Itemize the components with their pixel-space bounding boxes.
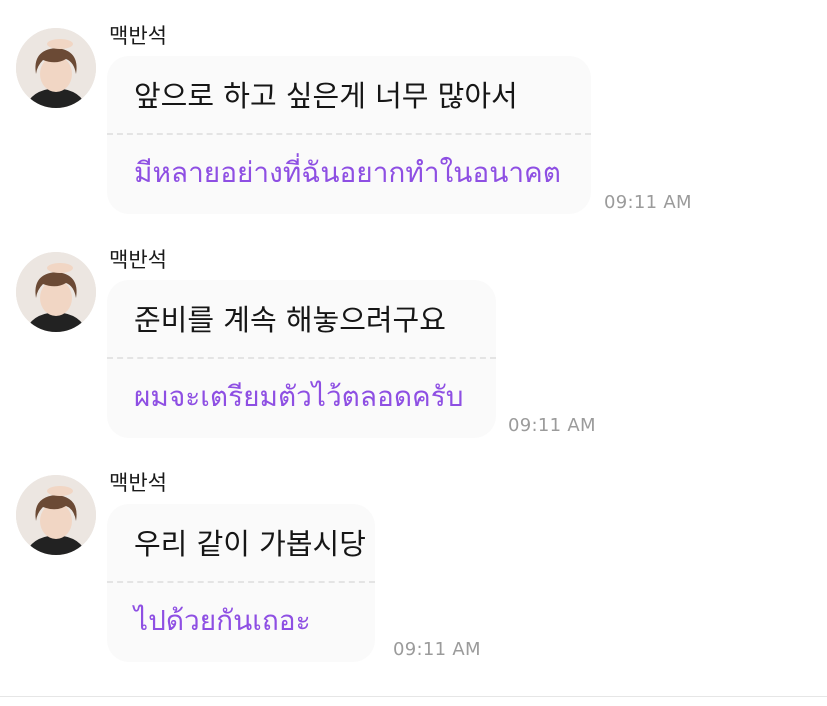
translation-divider (107, 581, 375, 583)
translation-divider (107, 357, 496, 359)
translation-divider (107, 133, 591, 135)
avatar[interactable] (16, 475, 96, 555)
profile-photo-icon (16, 28, 96, 108)
message-bubble[interactable]: 준비를 계속 해놓으려구요 ผมจะเตรียมตัวไว้ตลอดครับ (107, 280, 496, 438)
message-timestamp: 09:11 AM (604, 192, 692, 213)
message-timestamp: 09:11 AM (393, 639, 481, 660)
avatar[interactable] (16, 28, 96, 108)
avatar[interactable] (16, 252, 96, 332)
sender-name: 맥반석 (109, 471, 167, 495)
message-text: 준비를 계속 해놓으려구요 (134, 303, 446, 337)
sender-name: 맥반석 (109, 24, 167, 48)
profile-photo-icon (16, 252, 96, 332)
translation-text: ผมจะเตรียมตัวไว้ตลอดครับ (134, 380, 464, 413)
translation-text: มีหลายอย่างที่ฉันอยากทำในอนาคต (134, 156, 561, 189)
sender-name: 맥반석 (109, 248, 167, 272)
message-text: 우리 같이 가봅시당 (134, 527, 366, 561)
profile-photo-icon (16, 475, 96, 555)
message-text: 앞으로 하고 싶은게 너무 많아서 (134, 79, 518, 113)
message-bubble[interactable]: 우리 같이 가봅시당 ไปด้วยกันเถอะ (107, 504, 375, 662)
message-bubble[interactable]: 앞으로 하고 싶은게 너무 많아서 มีหลายอย่างที่ฉันอยากท… (107, 56, 591, 214)
message-timestamp: 09:11 AM (508, 415, 596, 436)
translation-text: ไปด้วยกันเถอะ (134, 604, 311, 637)
chat-bottom-divider (0, 696, 827, 697)
